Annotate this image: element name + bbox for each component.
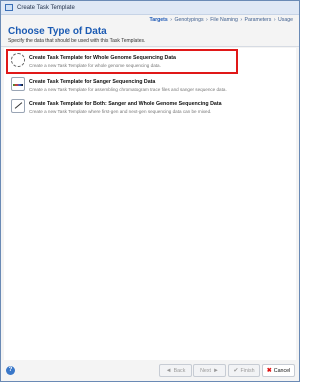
- close-icon: ✖: [266, 368, 272, 374]
- title-bar: Create Task Template: [1, 1, 299, 15]
- breadcrumb: Targets › Genotypings › File Naming › Pa…: [149, 17, 293, 23]
- help-icon[interactable]: ?: [6, 366, 15, 375]
- app-icon: [5, 4, 13, 11]
- breadcrumb-usage[interactable]: Usage: [278, 17, 293, 23]
- breadcrumb-separator: ›: [206, 17, 208, 23]
- dialog-window: Create Task Template Targets › Genotypin…: [0, 0, 300, 382]
- cancel-button[interactable]: ✖ Cancel: [262, 364, 295, 377]
- option-both[interactable]: Create Task Template for Both: Sanger an…: [8, 97, 236, 116]
- genome-icon: [11, 53, 25, 67]
- finish-button[interactable]: ✔ Finish: [228, 364, 260, 377]
- back-button-label: Back: [173, 367, 186, 374]
- option-description: Create a new Task Template for assemblin…: [29, 87, 227, 92]
- options-panel: Create Task Template for Whole Genome Se…: [4, 48, 296, 360]
- breadcrumb-file-naming[interactable]: File Naming: [210, 17, 238, 23]
- option-sanger[interactable]: Create Task Template for Sanger Sequenci…: [8, 75, 236, 94]
- header-divider: [1, 46, 299, 47]
- next-button[interactable]: Next ►: [193, 364, 226, 377]
- option-description: Create a new Task Template for whole gen…: [29, 63, 161, 68]
- cancel-button-label: Cancel: [273, 367, 291, 374]
- breadcrumb-genotypings[interactable]: Genotypings: [174, 17, 203, 23]
- next-button-label: Next: [200, 367, 211, 374]
- breadcrumb-separator: ›: [170, 17, 172, 23]
- window-title: Create Task Template: [17, 4, 75, 11]
- back-button[interactable]: ◄ Back: [159, 364, 192, 377]
- footer-bar: ? ◄ Back Next ► ✔ Finish ✖ Cancel: [1, 361, 299, 381]
- breadcrumb-targets[interactable]: Targets: [149, 17, 167, 23]
- next-arrow-icon: ►: [212, 367, 219, 374]
- chromatogram-icon: [11, 77, 25, 91]
- page-subtitle: Specify the data that should be used wit…: [8, 38, 146, 44]
- option-whole-genome[interactable]: Create Task Template for Whole Genome Se…: [6, 49, 238, 74]
- option-description: Create a new Task Template where first-g…: [29, 109, 212, 114]
- check-icon: ✔: [233, 368, 239, 374]
- option-title: Create Task Template for Both: Sanger an…: [29, 101, 222, 107]
- page-title: Choose Type of Data: [8, 26, 107, 37]
- breadcrumb-separator: ›: [240, 17, 243, 23]
- option-title: Create Task Template for Sanger Sequenci…: [29, 79, 156, 85]
- back-arrow-icon: ◄: [165, 367, 172, 374]
- mixed-data-icon: [11, 99, 25, 113]
- option-title: Create Task Template for Whole Genome Se…: [29, 55, 176, 61]
- breadcrumb-separator: ›: [273, 17, 276, 23]
- finish-button-label: Finish: [240, 367, 255, 374]
- breadcrumb-parameters[interactable]: Parameters: [245, 17, 272, 23]
